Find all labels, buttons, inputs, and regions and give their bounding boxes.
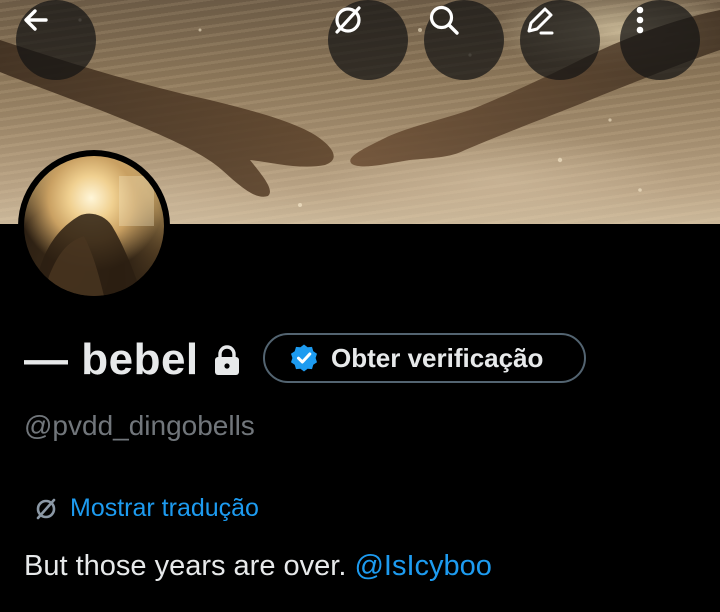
avatar-image [24,156,164,296]
display-name: — bebel [24,335,199,384]
avatar[interactable] [18,150,170,302]
profile-screen: — bebel Obter verificação @pvdd_dingobel… [0,0,720,612]
user-handle: @pvdd_dingobells [24,410,255,441]
show-translation-label: Mostrar tradução [70,494,259,522]
verified-badge-icon [291,344,317,372]
edit-button[interactable] [520,0,600,80]
search-button[interactable] [424,0,504,80]
bio-text: But those years are over. [24,550,355,582]
edit-pencil-icon [527,7,554,35]
translate-icon [335,6,361,34]
lock-icon [213,343,243,377]
arrow-left-icon [24,9,48,31]
search-icon [429,5,459,35]
more-options-button[interactable] [620,0,700,80]
get-verified-button[interactable]: Obter verificação [263,333,586,383]
back-button[interactable] [16,0,96,80]
bio: But those years are over. @IsIcyboo [24,550,492,583]
more-vertical-icon [636,6,644,34]
get-verified-label: Obter verificação [331,342,544,373]
show-translation-link[interactable]: Mostrar tradução [32,494,259,523]
bio-mention-link[interactable]: @IsIcyboo [354,550,491,582]
name-row: — bebel [24,334,243,386]
translate-icon [36,498,56,519]
translate-button[interactable] [328,0,408,80]
